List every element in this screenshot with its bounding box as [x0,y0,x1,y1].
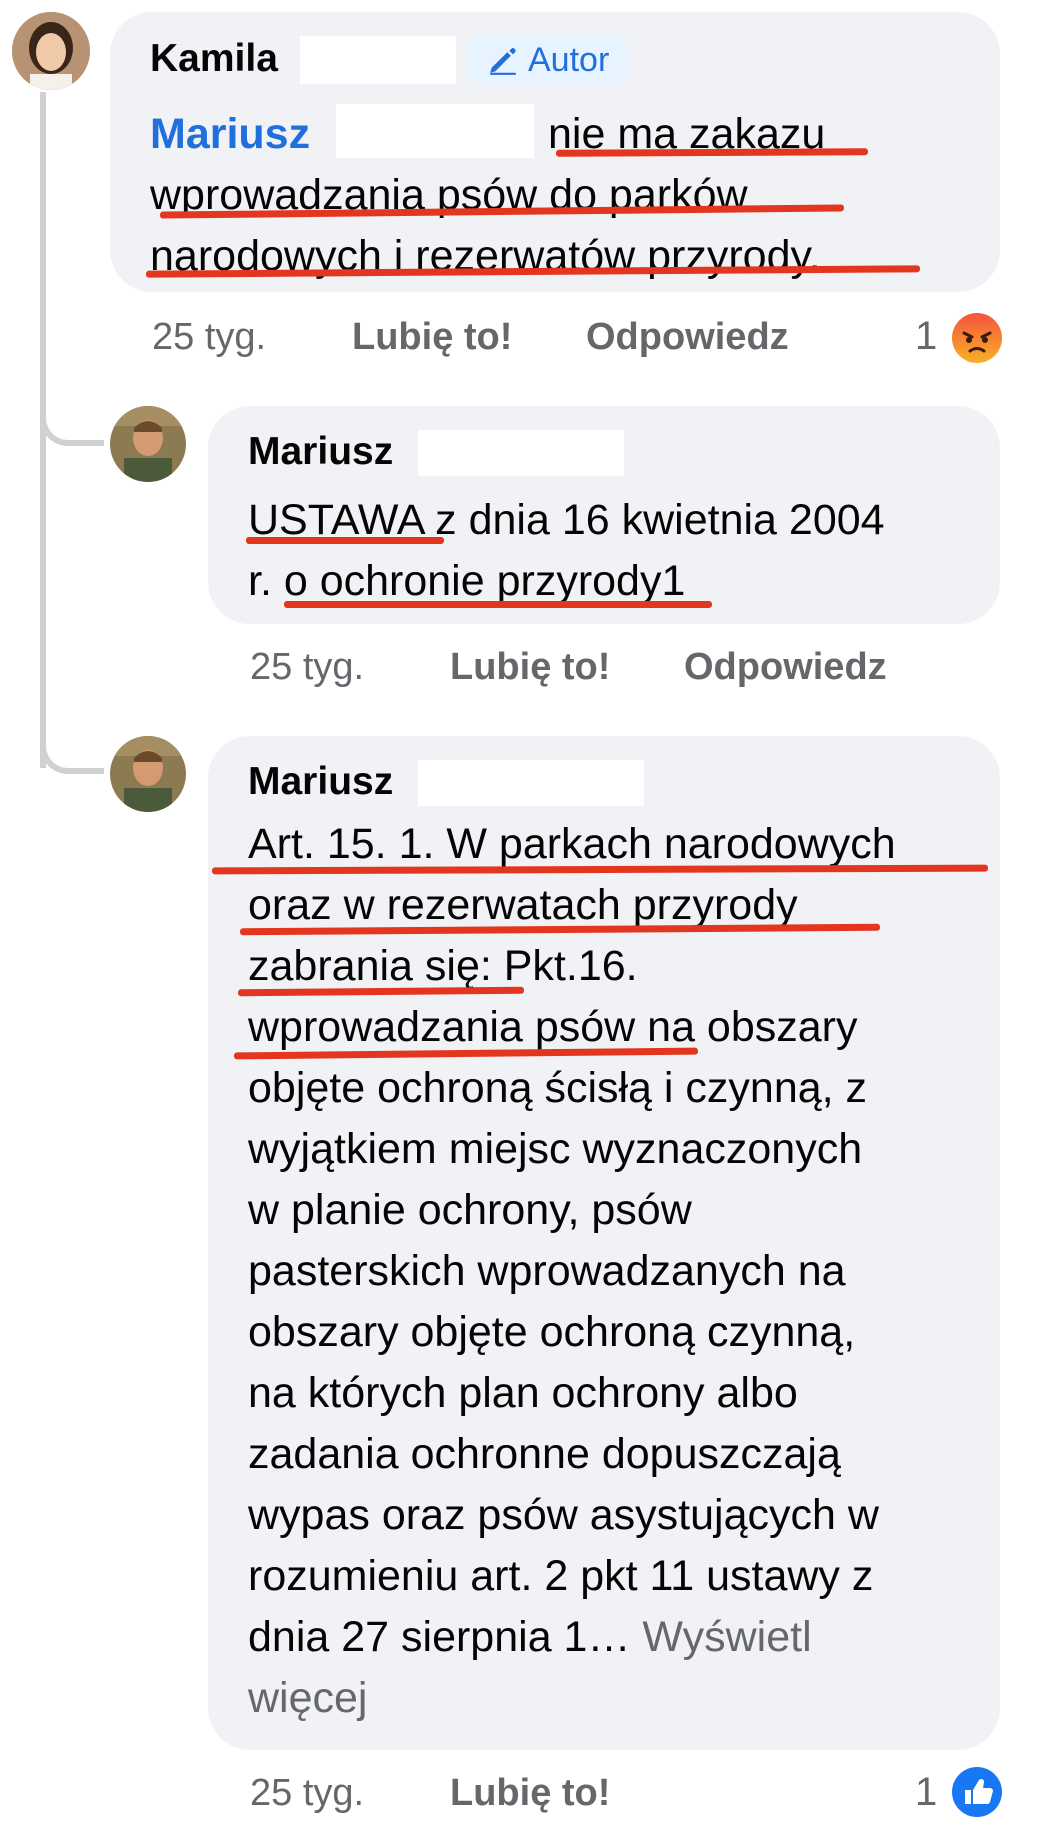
comment-author[interactable]: Mariusz [248,430,393,474]
comment-line: w planie ochrony, psów [248,1186,692,1234]
comment-line: zadania ochronne dopuszczają [248,1430,841,1478]
comment-text: dnia 27 sierpnia 1… [248,1613,631,1661]
comment-actions: 25 tyg. [152,316,266,359]
redacted-name [418,760,644,806]
thread-branch [40,728,104,774]
comment-time[interactable]: 25 tyg. [250,1772,364,1814]
redacted-name [418,430,624,476]
avatar[interactable] [12,12,90,90]
comment-time[interactable]: 25 tyg. [250,646,364,688]
comment-line: rozumieniu art. 2 pkt 11 ustawy z [248,1552,874,1600]
author-badge-label: Autor [528,40,610,79]
comment-line: wyjątkiem miejsc wyznaczonych [248,1125,863,1173]
reply-link[interactable]: Odpowiedz [684,646,887,689]
comment-author[interactable]: Mariusz [248,760,393,804]
comment-actions: 25 tyg. [250,1772,364,1815]
like-label: Lubię to! [450,1772,611,1814]
comment-body: USTAWA z dnia 16 kwietnia 2004 r. o ochr… [248,490,885,612]
comment-line: wypas oraz psów asystujących w [248,1491,879,1539]
mention-link[interactable]: Mariusz [150,110,310,158]
reply-link[interactable]: Odpowiedz [586,316,789,359]
reply-label: Odpowiedz [586,316,789,358]
avatar[interactable] [110,406,186,482]
annotation-underline [246,537,444,544]
comment-time[interactable]: 25 tyg. [152,316,266,358]
see-more-link[interactable]: Wyświetl [642,1613,811,1661]
redacted-name [336,104,534,158]
comment-line: objęte ochroną ścisłą i czynną, z [248,1064,868,1112]
comment-bubble: Mariusz Art. 15. 1. W parkach narodowych… [208,736,1000,1750]
like-link[interactable]: Lubię to! [450,646,610,689]
like-label: Lubię to! [352,316,513,358]
see-more-link[interactable]: więcej [248,1668,896,1729]
comment-body: Art. 15. 1. W parkach narodowych oraz w … [248,814,896,1729]
avatar[interactable] [110,736,186,812]
like-label: Lubię to! [450,646,611,688]
reaction-count[interactable]: 1 [915,314,937,359]
comment-line: narodowych i rezerwatów przyrody. [150,232,821,280]
comment-line: obszary objęte ochroną czynną, [248,1308,856,1356]
thread-branch [40,400,104,446]
reply-label: Odpowiedz [684,646,887,688]
angry-reaction-icon[interactable] [951,312,1003,364]
comment-actions: 25 tyg. [250,646,364,689]
comment-line: dnia 27 sierpnia 1… Wyświetl [248,1607,896,1668]
author-badge: Autor [468,36,628,84]
like-reaction-icon[interactable] [951,1766,1003,1818]
like-link[interactable]: Lubię to! [450,1772,610,1815]
comment-bubble: Mariusz USTAWA z dnia 16 kwietnia 2004 r… [208,406,1000,624]
reaction-count[interactable]: 1 [915,1770,937,1815]
pencil-icon [490,48,516,75]
redacted-name [300,36,456,84]
comment-line: pasterskich wprowadzanych na [248,1247,846,1295]
comment-line: na których plan ochrony albo [248,1369,798,1417]
comment-author[interactable]: Kamila [150,37,278,81]
like-link[interactable]: Lubię to! [352,316,512,359]
annotation-underline [284,601,712,608]
